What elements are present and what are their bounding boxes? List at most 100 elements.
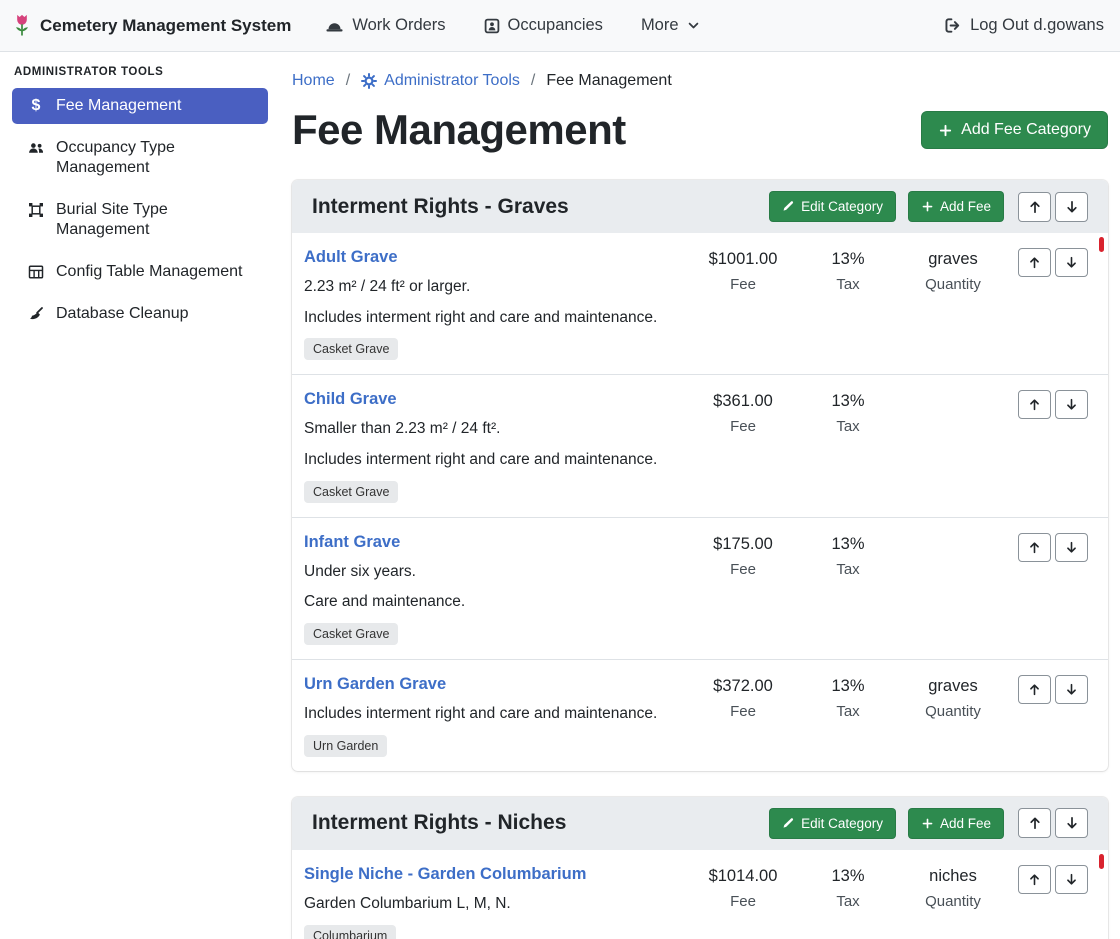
edit-category-button[interactable]: Edit Category (769, 808, 896, 839)
quantity-label: Quantity (898, 276, 1008, 293)
category-reorder-buttons (1018, 808, 1088, 838)
fee-column: $361.00 Fee (688, 390, 798, 435)
tax-value: 13% (798, 250, 898, 269)
tax-label: Tax (798, 893, 898, 910)
arrow-up-icon (1027, 682, 1042, 697)
sidebar-item-fee-management[interactable]: $ Fee Management (12, 88, 268, 124)
fee-name-link[interactable]: Child Grave (304, 390, 397, 409)
brand-title: Cemetery Management System (40, 16, 291, 36)
nav-occupancies[interactable]: Occupancies (484, 16, 603, 35)
move-fee-down-button[interactable] (1055, 533, 1088, 562)
arrow-down-icon (1064, 540, 1079, 555)
nav-more[interactable]: More (641, 16, 700, 35)
fee-description: Includes interment right and care and ma… (304, 307, 682, 329)
quantity-value: niches (898, 867, 1008, 886)
plus-icon (921, 817, 934, 830)
arrow-down-icon (1064, 199, 1080, 215)
tax-value: 13% (798, 535, 898, 554)
fee-type-badge: Casket Grave (304, 338, 398, 360)
move-category-down-button[interactable] (1055, 808, 1088, 838)
fee-main: Adult Grave 2.23 m² / 24 ft² or larger. I… (304, 248, 688, 360)
breadcrumb-current: Fee Management (546, 72, 671, 90)
fee-descriptions: Under six years.Care and maintenance. (304, 561, 682, 613)
move-fee-up-button[interactable] (1018, 533, 1051, 562)
move-fee-down-button[interactable] (1055, 865, 1088, 894)
pencil-icon (782, 817, 795, 830)
move-category-down-button[interactable] (1055, 192, 1088, 222)
quantity-value: graves (898, 250, 1008, 269)
logout-button[interactable]: Log Out d.gowans (944, 16, 1104, 35)
arrow-down-icon (1064, 815, 1080, 831)
sidebar-item-database-cleanup[interactable]: Database Cleanup (12, 296, 268, 332)
fee-reorder-buttons (1018, 675, 1088, 704)
fee-amount: $175.00 (688, 535, 798, 554)
move-fee-down-button[interactable] (1055, 390, 1088, 419)
page-title: Fee Management (292, 106, 626, 154)
sidebar-heading: Administrator Tools (14, 66, 266, 78)
sidebar-item-burial-site-type-management[interactable]: Burial Site Type Management (12, 192, 268, 248)
add-fee-button[interactable]: Add Fee (908, 191, 1004, 222)
fee-description: Smaller than 2.23 m² / 24 ft². (304, 418, 682, 440)
fee-column: $175.00 Fee (688, 533, 798, 578)
fee-description: Garden Columbarium L, M, N. (304, 893, 682, 915)
plus-icon (938, 123, 953, 138)
move-fee-up-button[interactable] (1018, 390, 1051, 419)
fee-row: Single Niche - Garden Columbarium Garden… (292, 850, 1108, 939)
tax-value: 13% (798, 677, 898, 696)
category-header: Interment Rights - Niches Edit Category … (292, 797, 1108, 850)
scrollbar-thumb[interactable] (1099, 854, 1104, 869)
fee-main: Urn Garden Grave Includes interment righ… (304, 675, 688, 757)
main-content: Home / Administrator Tools / Fee Managem… (280, 52, 1120, 939)
sidebar-item-label: Config Table Management (56, 262, 254, 282)
fee-name-link[interactable]: Adult Grave (304, 248, 398, 267)
fee-descriptions: Smaller than 2.23 m² / 24 ft².Includes i… (304, 418, 682, 470)
move-fee-up-button[interactable] (1018, 248, 1051, 277)
scrollbar-thumb[interactable] (1099, 237, 1104, 252)
fee-description: 2.23 m² / 24 ft² or larger. (304, 276, 682, 298)
breadcrumb-administrator-tools[interactable]: Administrator Tools (361, 72, 520, 90)
fee-name-link[interactable]: Urn Garden Grave (304, 675, 446, 694)
arrow-up-icon (1027, 540, 1042, 555)
sidebar-item-occupancy-type-management[interactable]: Occupancy Type Management (12, 130, 268, 186)
fee-name-link[interactable]: Infant Grave (304, 533, 400, 552)
chevron-down-icon (687, 19, 700, 32)
breadcrumb-home[interactable]: Home (292, 72, 335, 90)
nav-occupancies-label: Occupancies (508, 16, 603, 35)
quantity-column: graves Quantity (898, 675, 1008, 720)
quantity-column: niches Quantity (898, 865, 1008, 910)
move-fee-down-button[interactable] (1055, 248, 1088, 277)
fee-type-badge: Casket Grave (304, 481, 398, 503)
edit-category-button[interactable]: Edit Category (769, 191, 896, 222)
move-fee-up-button[interactable] (1018, 675, 1051, 704)
sidebar-item-config-table-management[interactable]: Config Table Management (12, 254, 268, 290)
arrow-down-icon (1064, 872, 1079, 887)
fee-descriptions: Garden Columbarium L, M, N. (304, 893, 682, 915)
fee-row: Adult Grave 2.23 m² / 24 ft² or larger. I… (292, 233, 1108, 375)
fee-category-card: Interment Rights - Niches Edit Category … (292, 797, 1108, 939)
app-logo-icon (12, 13, 32, 38)
move-category-up-button[interactable] (1018, 808, 1051, 838)
move-category-up-button[interactable] (1018, 192, 1051, 222)
add-fee-category-button[interactable]: Add Fee Category (921, 111, 1108, 149)
brand[interactable]: Cemetery Management System (12, 13, 291, 38)
arrow-up-icon (1027, 255, 1042, 270)
fee-type-badge: Casket Grave (304, 623, 398, 645)
arrow-up-icon (1027, 397, 1042, 412)
nav-work-orders-label: Work Orders (352, 16, 445, 35)
quantity-column: graves Quantity (898, 248, 1008, 293)
plus-icon (921, 200, 934, 213)
add-fee-category-label: Add Fee Category (961, 121, 1091, 139)
fee-descriptions: 2.23 m² / 24 ft² or larger. Includes inte… (304, 276, 682, 328)
nav-work-orders[interactable]: Work Orders (325, 16, 445, 35)
fee-reorder-buttons (1018, 865, 1088, 894)
move-fee-down-button[interactable] (1055, 675, 1088, 704)
breadcrumb-separator: / (531, 72, 535, 90)
occupancies-icon (484, 18, 500, 34)
add-fee-button[interactable]: Add Fee (908, 808, 1004, 839)
fee-name-link[interactable]: Single Niche - Garden Columbarium (304, 865, 586, 884)
add-fee-label: Add Fee (940, 199, 991, 214)
move-fee-up-button[interactable] (1018, 865, 1051, 894)
fee-label: Fee (688, 893, 798, 910)
sidebar-item-label: Occupancy Type Management (56, 138, 254, 178)
category-body: Single Niche - Garden Columbarium Garden… (292, 850, 1108, 939)
